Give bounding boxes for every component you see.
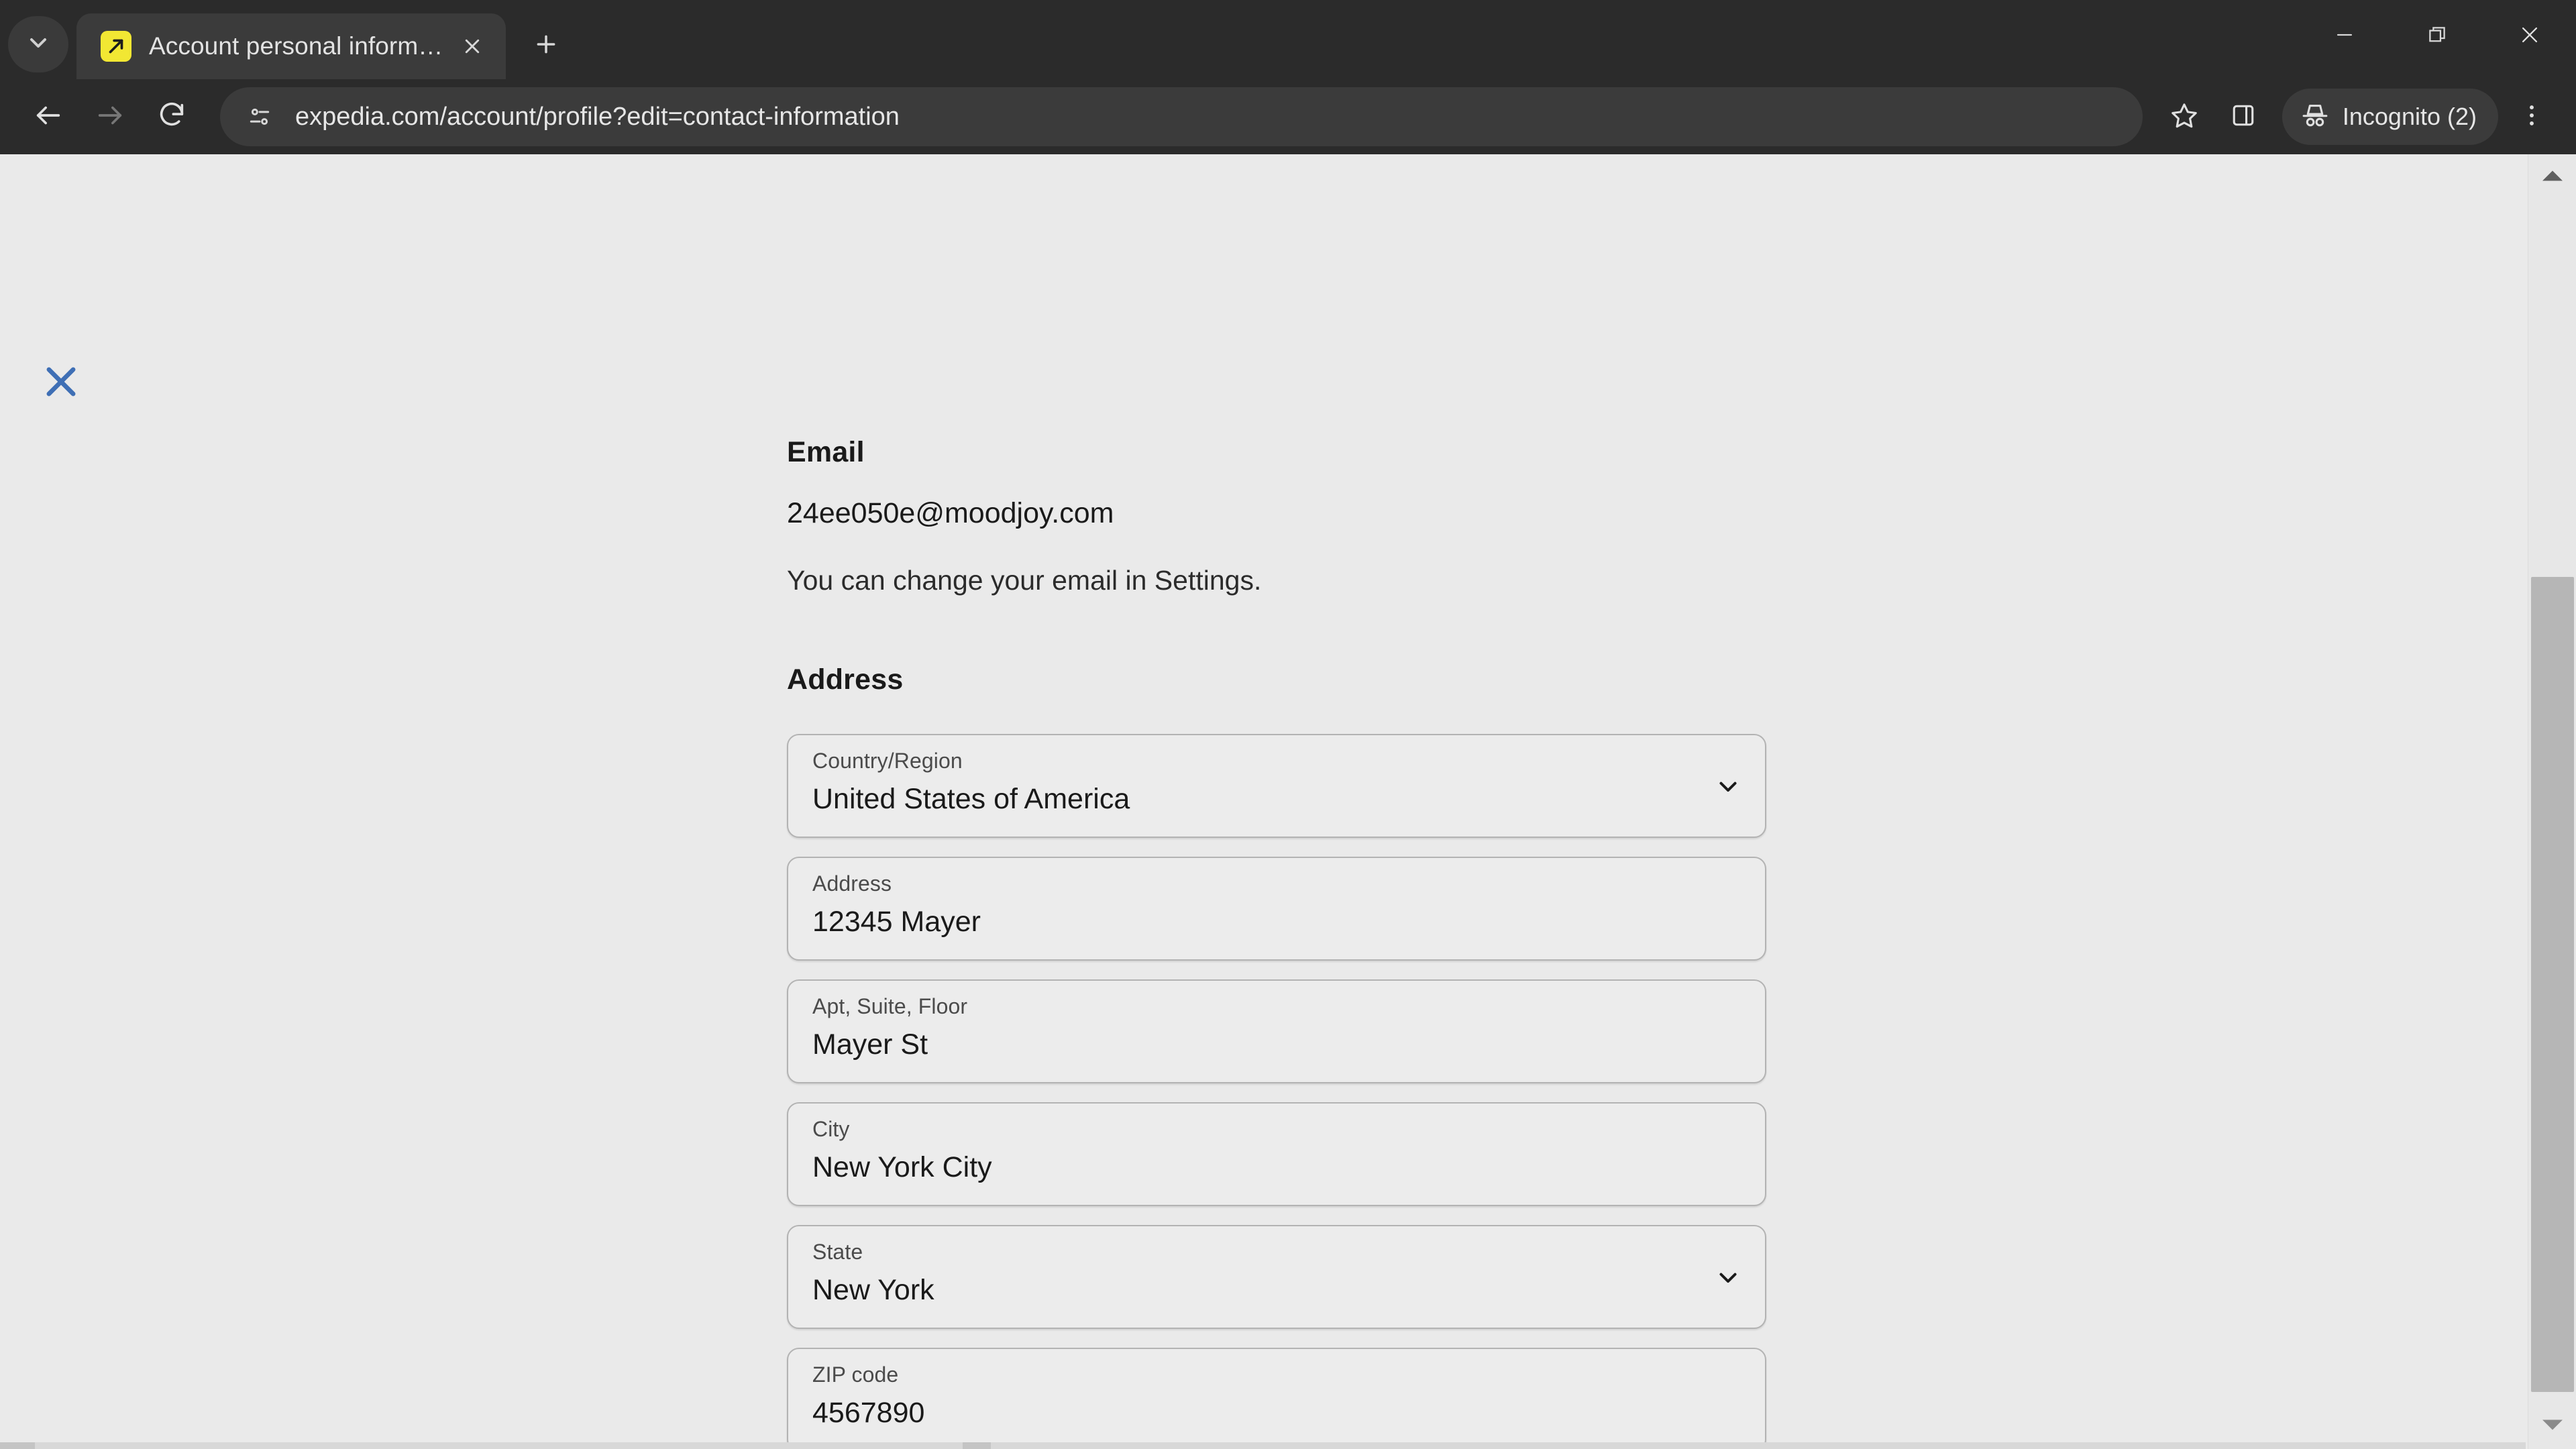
page-scrollbar[interactable] [2528,154,2576,1449]
browser-window: Account personal information expedia.com… [0,0,2576,1449]
email-address-value: 24ee050e@moodjoy.com [787,497,1114,529]
reload-button[interactable] [141,86,203,148]
close-icon [2518,23,2541,50]
triangle-up-icon [2540,168,2565,186]
restore-icon [2426,23,2449,50]
field-value-city: New York City [812,1152,992,1183]
star-icon [2169,101,2199,133]
field-apt-suite-floor[interactable]: Apt, Suite, Floor Mayer St [787,979,1766,1083]
field-label-state: State [812,1240,863,1264]
field-label-city: City [812,1117,850,1141]
field-value-address-line1: 12345 Mayer [812,906,981,938]
tab-strip: Account personal information [0,0,2576,79]
close-overlay-button[interactable] [25,347,97,419]
incognito-hat-icon [2300,100,2330,134]
field-label-zip-code: ZIP code [812,1362,899,1387]
page-viewport: Email 24ee050e@moodjoy.com You can chang… [0,154,2576,1449]
side-panel-button[interactable] [2214,87,2273,146]
tab-close-button[interactable] [453,28,491,65]
tab-search-button[interactable] [8,16,68,72]
email-section-heading: Email [787,436,865,468]
url-text[interactable]: expedia.com/account/profile?edit=contact… [295,103,2127,131]
side-panel-icon [2229,101,2258,133]
field-label-country-region: Country/Region [812,749,963,773]
bottom-edge-segment [963,1442,991,1449]
address-bar[interactable]: expedia.com/account/profile?edit=contact… [220,87,2143,146]
address-fields: Country/Region United States of America … [787,734,1766,1449]
field-label-address-line1: Address [812,871,892,896]
field-value-state: New York [812,1275,934,1306]
close-icon [40,361,82,406]
new-tab-button[interactable] [521,20,572,71]
triangle-down-icon [2540,1417,2565,1436]
scroll-up-button[interactable] [2528,154,2576,200]
restore-window-button[interactable] [2391,0,2483,72]
minimize-window-button[interactable] [2298,0,2391,72]
field-address-line1[interactable]: Address 12345 Mayer [787,857,1766,961]
field-value-apt-suite-floor: Mayer St [812,1029,928,1061]
profile-form: Email 24ee050e@moodjoy.com You can chang… [787,154,1766,1449]
incognito-label: Incognito (2) [2342,103,2477,130]
page-settings-icon[interactable] [236,93,283,140]
field-value-zip-code: 4567890 [812,1397,925,1429]
address-section-heading: Address [787,663,904,696]
bookmark-button[interactable] [2155,87,2214,146]
email-hint-text: You can change your email in Settings. [787,565,1262,596]
browser-menu-button[interactable] [2505,87,2559,146]
field-city[interactable]: City New York City [787,1102,1766,1206]
arrow-left-icon [33,100,64,134]
page-bottom-edge [0,1442,2526,1449]
field-value-country-region: United States of America [812,784,1130,815]
field-zip-code[interactable]: ZIP code 4567890 [787,1348,1766,1449]
arrow-right-icon [95,100,125,134]
expedia-arrow-icon [101,31,131,62]
three-dots-vertical-icon [2520,101,2543,133]
field-state[interactable]: State New York [787,1225,1766,1329]
chevron-down-icon [25,30,52,60]
scrollbar-thumb[interactable] [2531,577,2574,1392]
minimize-icon [2333,23,2356,50]
forward-button[interactable] [79,86,141,148]
field-country-region[interactable]: Country/Region United States of America [787,734,1766,838]
field-label-apt-suite-floor: Apt, Suite, Floor [812,994,968,1018]
tab-title: Account personal information [149,32,444,60]
browser-tab[interactable]: Account personal information [76,13,506,79]
bottom-edge-segment [0,1442,35,1449]
reload-icon [156,100,187,134]
back-button[interactable] [17,86,79,148]
browser-toolbar: expedia.com/account/profile?edit=contact… [0,79,2576,154]
close-window-button[interactable] [2483,0,2576,72]
scroll-down-button[interactable] [2528,1403,2576,1449]
window-controls [2298,0,2576,72]
plus-icon [533,31,559,61]
incognito-indicator[interactable]: Incognito (2) [2282,89,2498,145]
